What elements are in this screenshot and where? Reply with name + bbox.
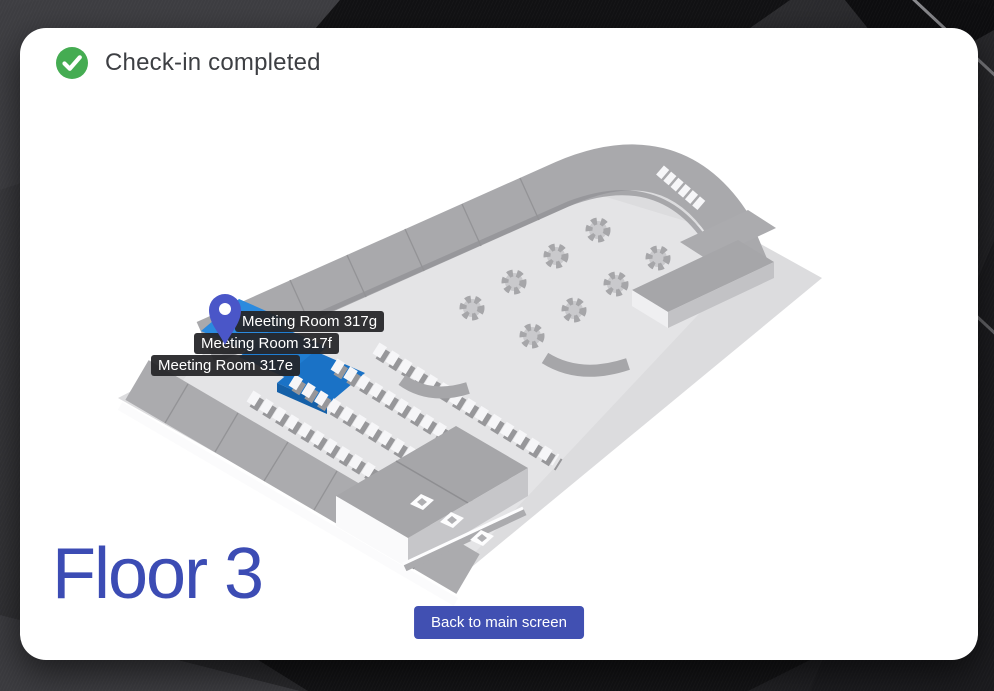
room-label: Meeting Room 317g — [235, 311, 384, 332]
back-to-main-button[interactable]: Back to main screen — [414, 606, 584, 639]
room-label: Meeting Room 317e — [151, 355, 300, 376]
floor-title: Floor 3 — [52, 538, 262, 610]
map-pin-icon — [203, 281, 247, 347]
checkin-card: Check-in completed — [20, 28, 978, 660]
